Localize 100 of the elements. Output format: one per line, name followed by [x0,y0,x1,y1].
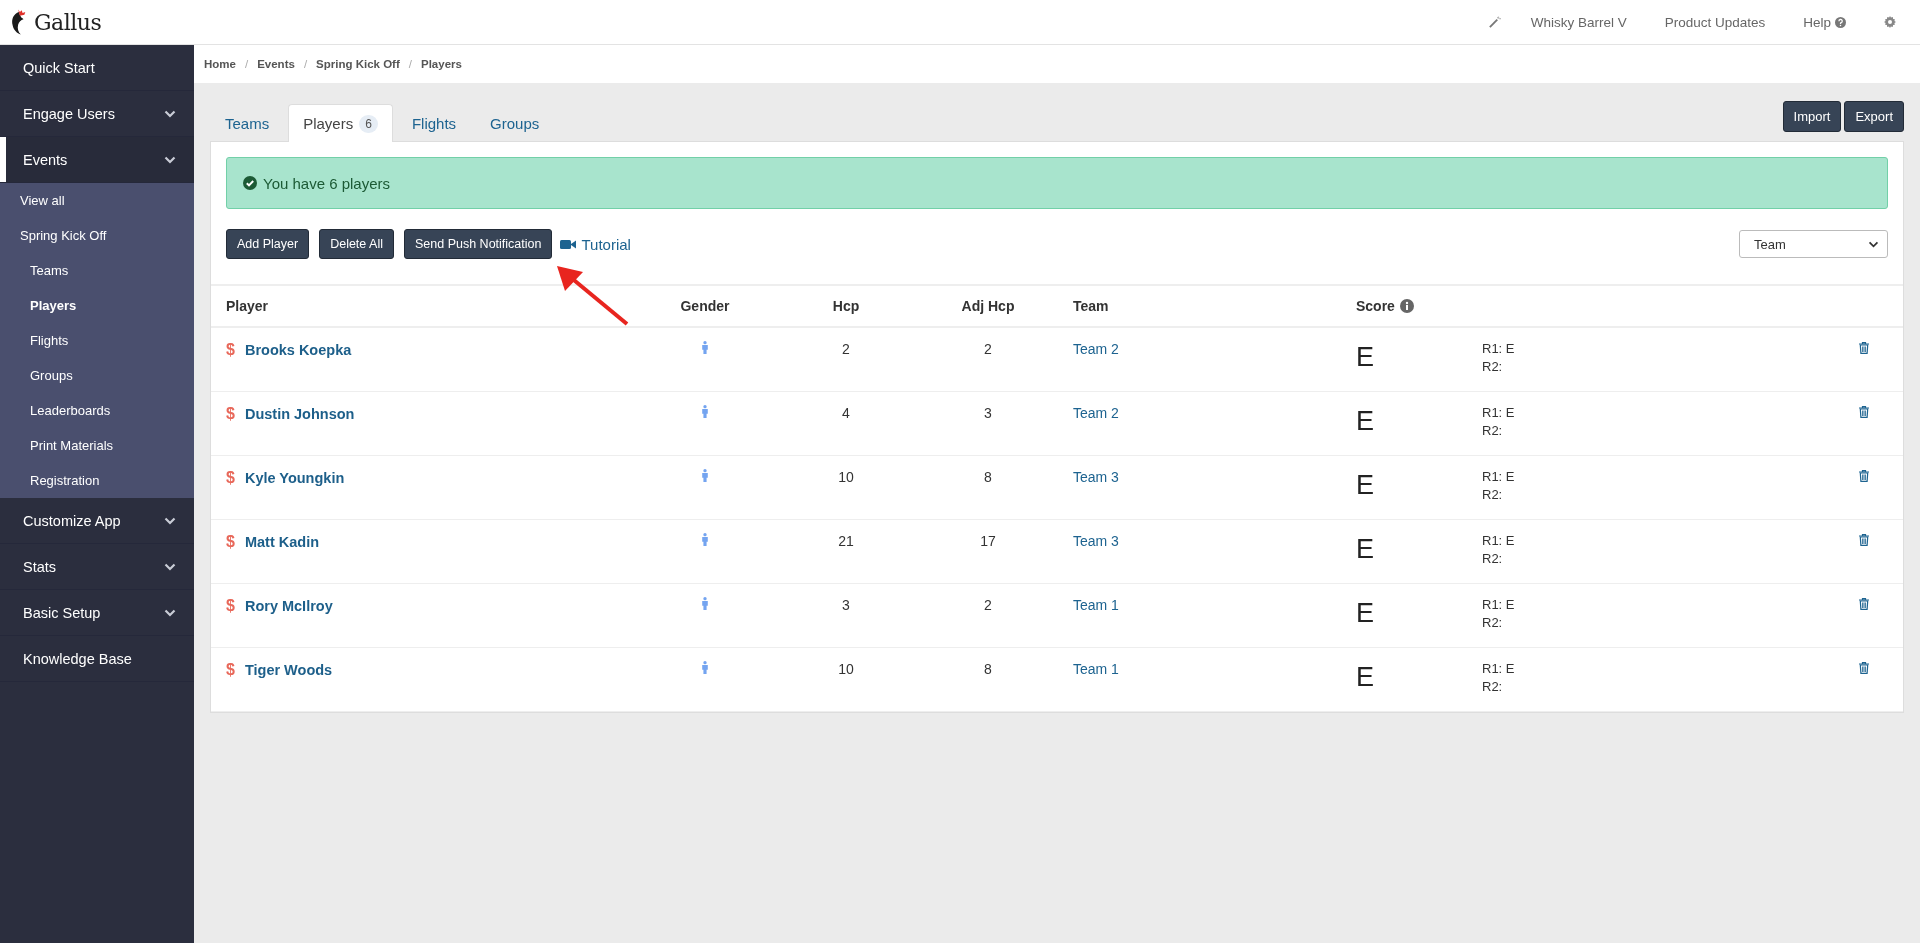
score-value: E [1356,662,1374,692]
sidebar-subitem[interactable]: Groups [0,358,194,393]
column-header: Adj Hcp [961,298,1015,314]
sidebar-subitem[interactable]: View all [0,183,194,218]
round-score: R2: [1482,551,1504,566]
round-score: R1: E [1482,341,1516,356]
breadcrumb-link[interactable]: Events [257,58,295,70]
trash-icon [1859,662,1869,674]
team-link[interactable]: Team 2 [1073,341,1119,357]
action-button[interactable]: Add Player [226,229,310,259]
table-cell: 8 [984,469,992,485]
event-switcher-link[interactable]: Whisky Barrel V [1530,14,1627,30]
count-badge: 6 [359,114,378,133]
check-circle-icon [243,176,257,190]
table-cell: 10 [838,469,854,485]
round-score: R1: E [1482,597,1516,612]
breadcrumb-separator: / [408,58,412,70]
table-cell: 10 [838,661,854,677]
score-value: E [1356,534,1374,564]
team-link[interactable]: Team 1 [1073,661,1119,677]
alert-text: You have 6 players [263,174,391,192]
round-score: R1: E [1482,661,1516,676]
sidebar-subitem[interactable]: Print Materials [0,428,194,463]
sort-select[interactable]: Team [1739,230,1888,258]
rooster-logo-icon [10,8,28,36]
action-button[interactable]: Send Push Notification [403,229,553,259]
round-score: R1: E [1482,469,1516,484]
team-link[interactable]: Team 3 [1073,533,1119,549]
column-header: Team [1073,298,1109,314]
round-score: R2: [1482,359,1504,374]
sidebar-subitem[interactable]: Teams [0,253,194,288]
sidebar-subitem[interactable]: Leaderboards [0,393,194,428]
round-score: R1: E [1482,533,1516,548]
breadcrumb-separator: / [303,58,308,70]
table-cell: 4 [842,405,850,421]
dollar-icon: $ [226,661,235,679]
info-icon [1399,299,1414,313]
chevron-down-icon [1868,240,1879,248]
round-score: R2: [1482,423,1504,438]
page-action-button[interactable]: Export [1844,101,1904,132]
sidebar-subitem[interactable]: Registration [0,463,194,498]
dollar-icon: $ [226,469,235,487]
column-header: Player [226,298,269,314]
tab[interactable]: Players 6 [288,104,393,142]
sidebar-subitem[interactable]: Players [0,288,194,323]
sidebar-item[interactable]: Events [0,137,194,183]
trash-icon [1859,598,1869,610]
tab[interactable]: Teams [210,104,285,142]
score-value: E [1356,342,1374,372]
column-header: Hcp [832,298,860,314]
table-cell: 2 [984,341,992,357]
help-circle-icon [1835,16,1846,28]
wand-icon [1487,15,1501,29]
team-link[interactable]: Team 1 [1073,597,1119,613]
table-cell: 3 [984,405,992,421]
round-score: R2: [1482,615,1504,630]
action-button[interactable]: Delete All [319,229,394,259]
help-link[interactable]: Help [1803,14,1846,30]
table-cell: 2 [842,341,850,357]
score-value: E [1356,470,1374,500]
dollar-icon: $ [226,533,235,551]
breadcrumb-link[interactable]: Players [421,58,462,70]
breadcrumb-link[interactable]: Home [204,58,236,70]
tab[interactable]: Flights [396,104,472,142]
breadcrumb-separator: / [244,58,249,70]
brand-name: Gallus [34,9,102,35]
player-name-link[interactable]: Kyle Youngkin [244,470,345,486]
team-link[interactable]: Team 2 [1073,405,1119,421]
player-name-link[interactable]: Dustin Johnson [244,406,355,422]
annotation-arrow [557,264,629,326]
sidebar-subitem[interactable]: Flights [0,323,194,358]
player-name-link[interactable]: Rory McIlroy [244,598,333,614]
player-name-link[interactable]: Brooks Koepka [244,342,352,358]
tab[interactable]: Groups [475,104,555,142]
player-name-link[interactable]: Tiger Woods [244,662,333,678]
sidebar-subitem[interactable]: Spring Kick Off [0,218,194,253]
round-score: R1: E [1482,405,1516,420]
dollar-icon: $ [226,341,235,359]
settings-icon [1884,16,1896,28]
dollar-icon: $ [226,405,235,423]
tutorial-link[interactable]: Tutorial [560,235,631,253]
trash-icon [1859,406,1869,418]
round-score: R2: [1482,487,1504,502]
product-updates-link[interactable]: Product Updates [1664,14,1766,30]
column-header: Gender [680,298,730,314]
player-name-link[interactable]: Matt Kadin [244,534,319,550]
score-value: E [1356,598,1374,628]
score-value: E [1356,406,1374,436]
trash-icon [1859,342,1869,354]
video-camera-icon [560,238,577,250]
trash-icon [1859,470,1869,482]
table-cell: 21 [838,533,854,549]
round-score: R2: [1482,679,1504,694]
breadcrumb-link[interactable]: Spring Kick Off [316,58,400,70]
dollar-icon: $ [226,597,235,615]
page-action-button[interactable]: Import [1782,101,1842,132]
table-cell: 3 [842,597,850,613]
team-link[interactable]: Team 3 [1073,469,1119,485]
column-header: Score [1356,298,1395,314]
table-cell: 2 [984,597,992,613]
